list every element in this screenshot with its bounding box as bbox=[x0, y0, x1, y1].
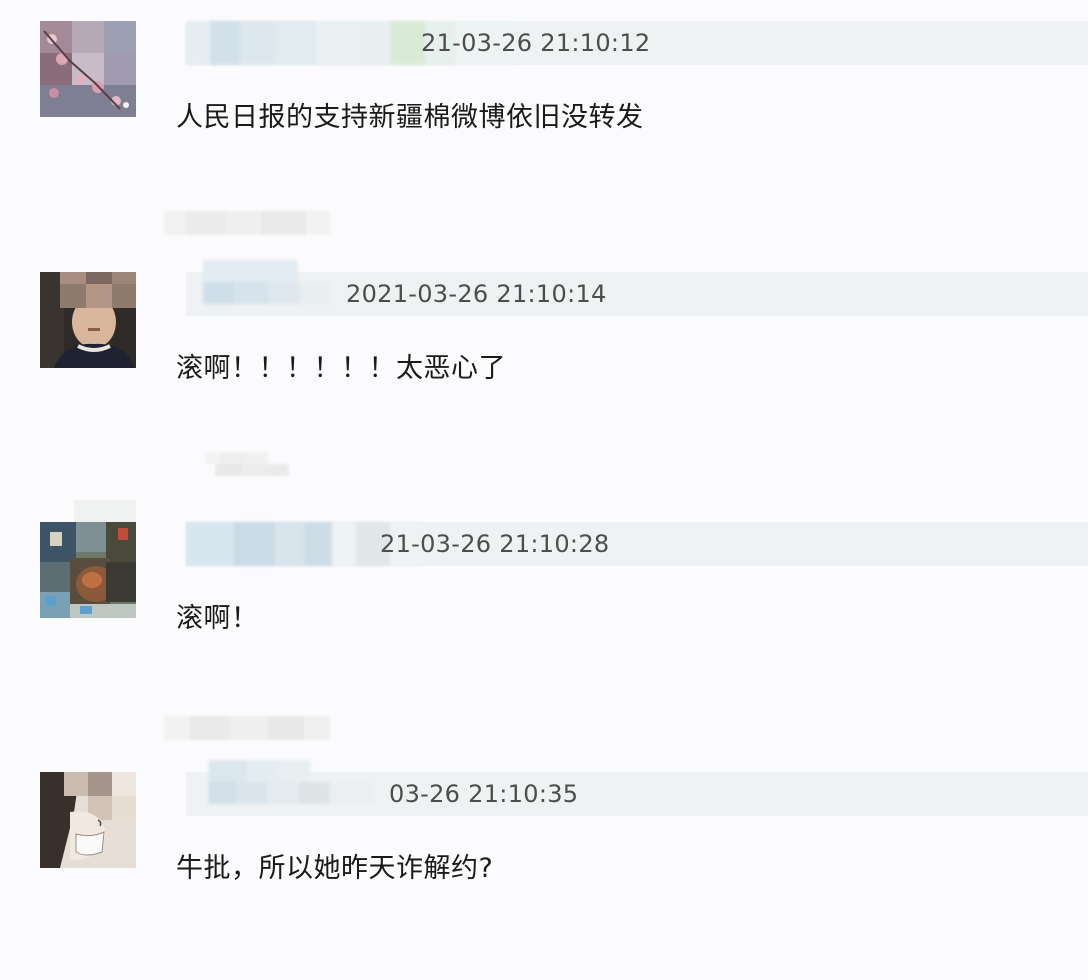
comment-timestamp: 21-03-26 21:10:28 bbox=[380, 530, 610, 558]
comment-item: 21-03-26 21:10:28 滚啊！ bbox=[0, 500, 1088, 730]
comment-item: 21-03-26 21:10:12 人民日报的支持新疆棉微博依旧没转发 bbox=[0, 0, 1088, 230]
comment-timestamp: 03-26 21:10:35 bbox=[389, 780, 579, 808]
comment-text: 人民日报的支持新疆棉微博依旧没转发 bbox=[176, 102, 644, 133]
avatar-frame-redacted bbox=[74, 500, 136, 522]
comment-item: 2021-03-26 21:10:14 滚啊！！！！！！太恶心了 bbox=[0, 250, 1088, 480]
reply-indicator-redacted bbox=[205, 452, 289, 476]
reply-indicator-redacted bbox=[164, 716, 330, 740]
username-redacted bbox=[208, 760, 374, 804]
blossom-avatar-icon[interactable] bbox=[40, 21, 136, 117]
reply-indicator-redacted bbox=[164, 211, 330, 235]
anime-avatar-icon[interactable] bbox=[40, 522, 136, 618]
comment-timestamp: 21-03-26 21:10:12 bbox=[421, 29, 651, 57]
masked-person-avatar-icon[interactable] bbox=[40, 772, 136, 868]
comment-text: 滚啊！ bbox=[176, 603, 259, 634]
comment-item: 03-26 21:10:35 牛批，所以她昨天诈解约? bbox=[0, 750, 1088, 980]
username-redacted bbox=[203, 260, 329, 304]
comment-timestamp: 2021-03-26 21:10:14 bbox=[346, 280, 607, 308]
comment-text: 牛批，所以她昨天诈解约? bbox=[176, 853, 494, 884]
comment-text: 滚啊！！！！！！太恶心了 bbox=[176, 353, 506, 384]
boy-avatar-icon[interactable] bbox=[40, 272, 136, 368]
